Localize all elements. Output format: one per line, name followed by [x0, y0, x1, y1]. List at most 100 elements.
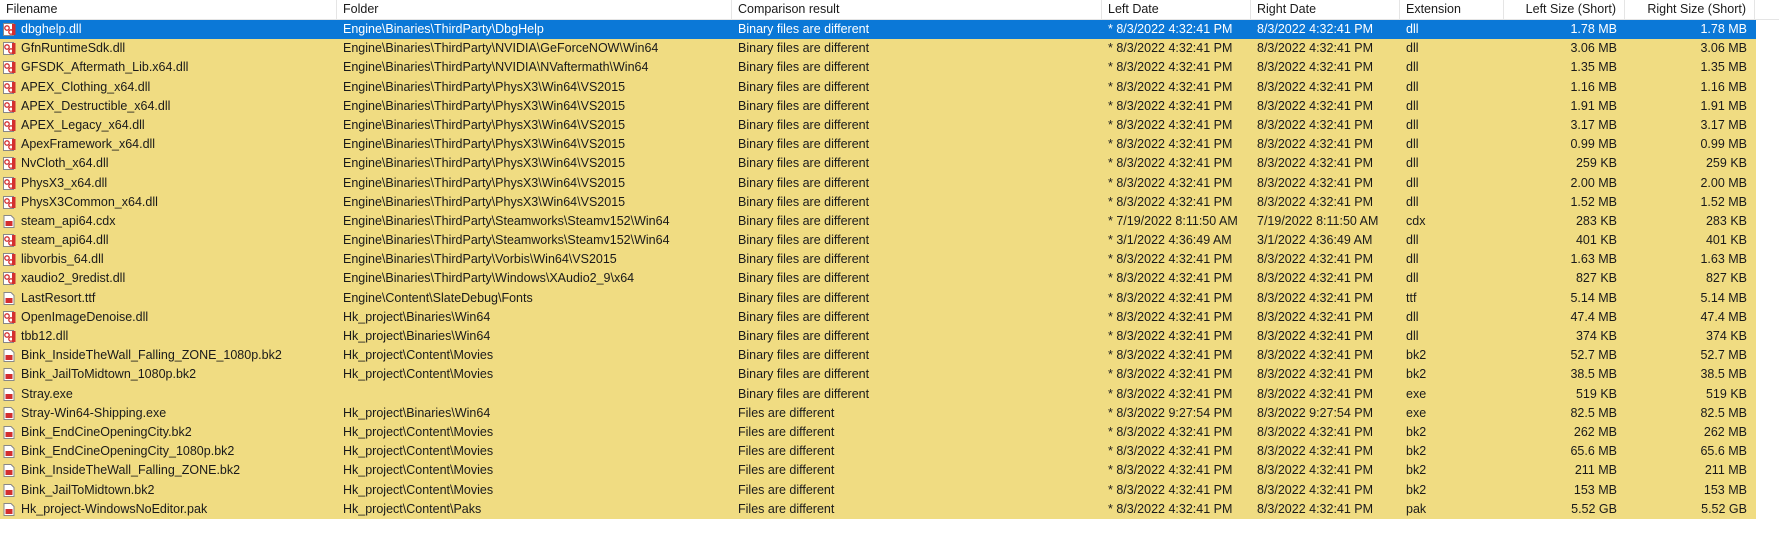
table-row[interactable]: Bink_EndCineOpeningCity_1080p.bk2 Hk_proj… — [0, 442, 1756, 462]
table-row[interactable]: GFSDK_Aftermath_Lib.x64.dll Engine\Binari… — [0, 58, 1756, 78]
left-size-cell: 1.63 MB — [1570, 252, 1617, 267]
comparison-result-cell: Binary files are different — [738, 137, 870, 152]
right-size-cell: 52.7 MB — [1700, 348, 1747, 363]
filename-cell: GFSDK_Aftermath_Lib.x64.dll — [0, 58, 337, 77]
extension-cell: dll — [1406, 175, 1419, 190]
filename-text: PhysX3Common_x64.dll — [21, 194, 158, 209]
right-date-cell: 8/3/2022 4:32:41 PM — [1257, 329, 1374, 343]
right-size-cell: 1.35 MB — [1700, 60, 1747, 75]
extension-cell: dll — [1406, 98, 1419, 113]
right-size-cell: 211 MB — [1704, 463, 1747, 478]
left-size-cell: 38.5 MB — [1570, 367, 1617, 382]
filename-cell: PhysX3Common_x64.dll — [0, 193, 337, 212]
comparison-result-cell: Binary files are different — [738, 175, 870, 190]
table-row[interactable]: OpenImageDenoise.dll Hk_project\Binaries\… — [0, 307, 1756, 327]
right-size-cell: 259 KB — [1705, 156, 1747, 171]
comparison-result-cell: Binary files are different — [738, 290, 870, 305]
filename-cell: libvorbis_64.dll — [0, 250, 337, 269]
left-date-cell: * 8/3/2022 4:32:41 PM — [1108, 194, 1233, 209]
left-size-cell: 0.99 MB — [1570, 137, 1617, 152]
right-date-cell: 8/3/2022 4:32:41 PM — [1257, 79, 1374, 94]
table-row[interactable]: Bink_InsideTheWall_Falling_ZONE_1080p.bk… — [0, 346, 1756, 366]
table-row[interactable]: Bink_InsideTheWall_Falling_ZONE.bk2 Hk_pr… — [0, 461, 1756, 481]
column-header-filename[interactable]: Filename — [0, 0, 337, 19]
right-date-cell: 8/3/2022 4:32:41 PM — [1257, 175, 1374, 190]
table-row[interactable]: steam_api64.cdx Engine\Binaries\ThirdPart… — [0, 211, 1756, 232]
folder-cell: Engine\Binaries\ThirdParty\Windows\XAudi… — [343, 271, 635, 286]
left-date-cell: * 8/3/2022 4:32:41 PM — [1108, 98, 1233, 113]
left-date-cell: * 8/3/2022 4:32:41 PM — [1108, 156, 1233, 171]
column-header-left-size[interactable]: Left Size (Short) — [1504, 0, 1625, 19]
table-row[interactable]: Stray.exe Binary files are different * 8/3… — [0, 384, 1756, 404]
folder-cell: Hk_project\Binaries\Win64 — [343, 329, 491, 343]
right-size-cell: 262 MB — [1703, 424, 1747, 439]
folder-cell: Hk_project\Content\Movies — [343, 367, 494, 382]
table-row[interactable]: NvCloth_x64.dll Engine\Binaries\ThirdPart… — [0, 154, 1756, 174]
extension-cell: dll — [1406, 309, 1419, 324]
folder-cell: Engine\Binaries\ThirdParty\PhysX3\Win64\… — [343, 117, 626, 132]
table-row[interactable]: steam_api64.dll Engine\Binaries\ThirdPart… — [0, 231, 1756, 251]
folder-cell: Engine\Binaries\ThirdParty\PhysX3\Win64\… — [343, 79, 626, 94]
table-row[interactable]: dbghelp.dll Engine\Binaries\ThirdParty\Db… — [0, 20, 1756, 40]
dll-file-icon — [3, 176, 16, 190]
column-header-right-date[interactable]: Right Date — [1251, 0, 1400, 19]
filename-text: Stray-Win64-Shipping.exe — [21, 405, 167, 420]
table-row[interactable]: PhysX3Common_x64.dll Engine\Binaries\Thir… — [0, 192, 1756, 212]
table-row[interactable]: xaudio2_9redist.dll Engine\Binaries\Third… — [0, 269, 1756, 289]
right-size-cell: 827 KB — [1705, 271, 1747, 286]
table-row[interactable]: ApexFramework_x64.dll Engine\Binaries\Thi… — [0, 135, 1756, 155]
table-row[interactable]: Bink_EndCineOpeningCity.bk2 Hk_project\Co… — [0, 422, 1756, 443]
column-header-extension[interactable]: Extension — [1400, 0, 1504, 19]
left-size-cell: 65.6 MB — [1570, 444, 1617, 459]
table-row[interactable]: Hk_project-WindowsNoEditor.pak Hk_project… — [0, 499, 1756, 519]
dll-file-icon — [3, 99, 16, 113]
filename-text: Hk_project-WindowsNoEditor.pak — [21, 501, 208, 516]
table-row[interactable]: Bink_JailToMidtown_1080p.bk2 Hk_project\C… — [0, 365, 1756, 385]
dll-file-icon — [3, 272, 16, 286]
filename-cell: APEX_Legacy_x64.dll — [0, 116, 337, 135]
filename-cell: Hk_project-WindowsNoEditor.pak — [0, 500, 337, 519]
right-size-cell: 1.91 MB — [1700, 98, 1747, 113]
left-size-cell: 1.91 MB — [1570, 98, 1617, 113]
extension-cell: dll — [1406, 156, 1419, 171]
right-size-cell: 374 KB — [1705, 329, 1747, 343]
filename-cell: Bink_EndCineOpeningCity_1080p.bk2 — [0, 442, 337, 461]
right-size-cell: 1.16 MB — [1700, 79, 1747, 94]
table-row[interactable]: APEX_Legacy_x64.dll Engine\Binaries\Third… — [0, 115, 1756, 136]
table-row[interactable]: APEX_Clothing_x64.dll Engine\Binaries\Thi… — [0, 77, 1756, 97]
left-date-cell: * 8/3/2022 4:32:41 PM — [1108, 329, 1233, 343]
comparison-results-grid[interactable]: Filename Folder Comparison result Left D… — [0, 0, 1779, 519]
table-row[interactable]: Bink_JailToMidtown.bk2 Hk_project\Content… — [0, 480, 1756, 500]
table-row[interactable]: APEX_Destructible_x64.dll Engine\Binaries… — [0, 96, 1756, 116]
column-header-folder[interactable]: Folder — [337, 0, 732, 19]
table-row[interactable]: PhysX3_x64.dll Engine\Binaries\ThirdParty… — [0, 173, 1756, 193]
folder-cell: Engine\Binaries\ThirdParty\PhysX3\Win64\… — [343, 156, 626, 171]
right-date-cell: 8/3/2022 4:32:41 PM — [1257, 22, 1374, 36]
extension-cell: bk2 — [1406, 463, 1427, 478]
dll-file-icon — [3, 310, 16, 324]
right-size-cell: 5.14 MB — [1700, 290, 1747, 305]
column-header-right-size[interactable]: Right Size (Short) — [1625, 0, 1755, 19]
folder-cell: Hk_project\Content\Movies — [343, 348, 494, 363]
filename-cell: OpenImageDenoise.dll — [0, 308, 337, 327]
filename-cell: Bink_JailToMidtown.bk2 — [0, 481, 337, 500]
table-row[interactable]: LastResort.ttf Engine\Content\SlateDebug\… — [0, 288, 1756, 308]
comparison-result-cell: Files are different — [738, 482, 835, 497]
left-date-cell: * 8/3/2022 4:32:41 PM — [1108, 482, 1233, 497]
right-date-cell: 8/3/2022 4:32:41 PM — [1257, 444, 1374, 459]
dll-file-icon — [3, 80, 16, 94]
table-row[interactable]: Stray-Win64-Shipping.exe Hk_project\Binar… — [0, 403, 1756, 423]
folder-cell: Engine\Binaries\ThirdParty\PhysX3\Win64\… — [343, 137, 626, 152]
folder-cell: Engine\Binaries\ThirdParty\NVIDIA\NVafte… — [343, 60, 649, 75]
comparison-result-cell: Files are different — [738, 463, 835, 478]
table-row[interactable]: libvorbis_64.dll Engine\Binaries\ThirdPar… — [0, 250, 1756, 270]
folder-cell — [337, 385, 732, 404]
table-row[interactable]: tbb12.dll Hk_project\Binaries\Win64 Binary… — [0, 327, 1756, 347]
file-icon — [3, 214, 16, 228]
column-header-left-date[interactable]: Left Date — [1102, 0, 1251, 19]
table-row[interactable]: GfnRuntimeSdk.dll Engine\Binaries\ThirdPa… — [0, 39, 1756, 59]
filename-cell: dbghelp.dll — [0, 20, 337, 39]
comparison-result-cell: Binary files are different — [738, 233, 870, 248]
comparison-result-cell: Files are different — [738, 444, 835, 459]
filename-cell: Bink_JailToMidtown_1080p.bk2 — [0, 365, 337, 384]
